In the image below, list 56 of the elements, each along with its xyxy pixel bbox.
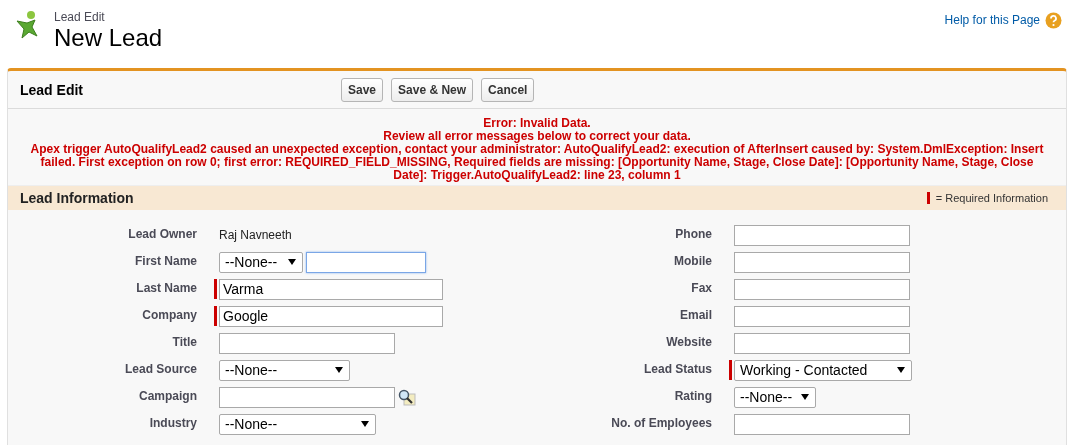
caret-icon (288, 259, 296, 265)
dropdown[interactable]: --None-- (219, 359, 350, 381)
input-field[interactable] (734, 251, 910, 273)
caret-icon (801, 394, 809, 400)
error-message: Review all error messages below to correct your data. (383, 130, 691, 143)
dropdown[interactable]: --None-- (734, 386, 816, 408)
field-label: Campaign (138, 388, 197, 405)
input-field[interactable] (219, 386, 395, 408)
help-link[interactable]: Help for this Page (944, 13, 1040, 27)
field-label: First Name (133, 253, 197, 270)
dropdown[interactable]: --None-- (219, 251, 303, 273)
required-marker (214, 279, 217, 299)
toolbar-button[interactable]: Save & New (391, 77, 474, 102)
caret-icon (361, 421, 369, 427)
error-title: Error: Invalid Data. (483, 117, 591, 130)
error-message: Apex trigger AutoQualifyLead2 caused an unexpected exception, contact your administrator: AutoQualifyLead2: execution of AfterInsert caused by: System.DmlException: Insert failed. First exception on row 0; first error: REQUIRED_FIELD_MISSING, Required fields are missing: [Opportunity Name, Stage, Close Date]: [Opportunity Name, Stage, Close Date]: Trigger.AutoQualifyLead2: line 23, column 1 (29, 143, 1045, 182)
field-label: Lead Status (643, 361, 712, 378)
toolbar-button[interactable]: Cancel (481, 77, 535, 102)
input-field[interactable] (734, 278, 910, 300)
toolbar-button[interactable]: Save (341, 77, 384, 102)
dropdown[interactable]: Working - Contacted (734, 359, 912, 381)
field-label: Fax (690, 280, 712, 297)
field-label: Rating (673, 388, 712, 405)
caret-icon (897, 367, 905, 373)
field-label: Title (171, 334, 197, 351)
panel-title: Lead Edit (20, 81, 84, 98)
input-field[interactable] (734, 224, 910, 246)
page-subtitle: Lead Edit (54, 10, 106, 24)
input-field[interactable] (219, 332, 395, 354)
input-field[interactable]: Google (219, 305, 443, 327)
input-field[interactable] (734, 332, 910, 354)
field-label: No. of Employees (610, 415, 712, 432)
field-value: Raj Navneeth (219, 228, 292, 242)
field-label: Website (665, 334, 712, 351)
field-label: Last Name (135, 280, 197, 297)
caret-icon (335, 367, 343, 373)
input-field[interactable]: Varma (219, 278, 443, 300)
required-marker (729, 360, 732, 380)
lookup-icon[interactable] (398, 388, 416, 406)
field-label: Phone (674, 226, 712, 243)
required-marker (926, 192, 930, 204)
help-icon[interactable] (1045, 11, 1062, 29)
page-title: New Lead (54, 24, 163, 52)
field-label: Email (679, 307, 712, 324)
dropdown[interactable]: --None-- (219, 413, 376, 435)
input-field[interactable] (306, 251, 426, 273)
field-label: Lead Owner (127, 226, 197, 243)
input-field[interactable] (734, 305, 910, 327)
field-label: Company (141, 307, 197, 324)
field-label: Industry (148, 415, 197, 432)
field-label: Mobile (673, 253, 712, 270)
required-legend: = Required Information (935, 192, 1048, 204)
field-label: Lead Source (123, 361, 197, 378)
section-title: Lead Information (20, 190, 134, 206)
required-marker (214, 306, 217, 326)
input-field[interactable] (734, 413, 910, 435)
